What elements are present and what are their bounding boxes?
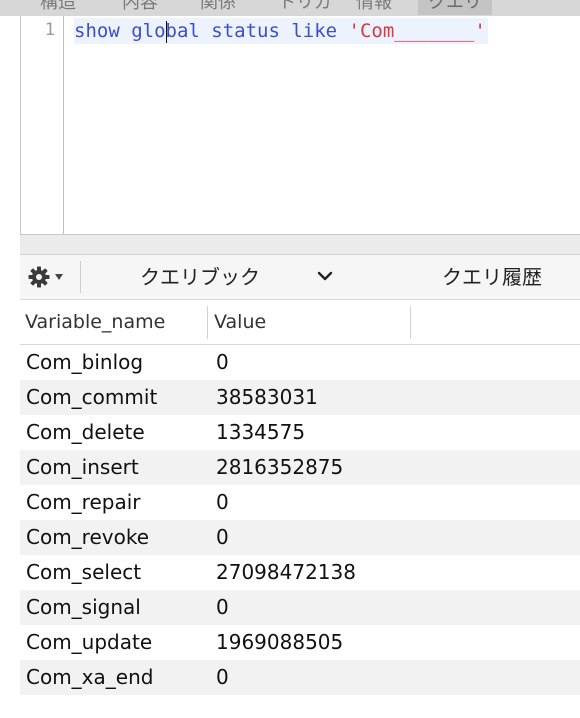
cell-value: 1969088505	[216, 630, 344, 654]
cell-variable-name: Com_commit	[26, 385, 158, 409]
table-row[interactable]: Com_select 27098472138	[20, 555, 580, 590]
cell-value: 27098472138	[216, 560, 356, 584]
table-row[interactable]: Com_update 1969088505	[20, 625, 580, 660]
cell-value: 0	[216, 350, 229, 374]
gear-menu-button[interactable]	[28, 263, 78, 291]
table-row[interactable]: Com_delete 1334575	[20, 415, 580, 450]
tab-info[interactable]: 情報	[356, 0, 392, 15]
dropdown-caret-icon	[55, 274, 63, 280]
cell-variable-name: Com_binlog	[26, 350, 144, 374]
table-header: Variable_name Value	[20, 300, 580, 345]
column-divider[interactable]	[410, 306, 411, 339]
cell-variable-name: Com_update	[26, 630, 153, 654]
query-history-menu[interactable]: クエリ履歴	[442, 265, 542, 289]
cell-variable-name: Com_delete	[26, 420, 145, 444]
chevron-down-icon[interactable]	[316, 267, 334, 285]
tab-triggers[interactable]: トリガ	[278, 0, 332, 15]
cell-value: 0	[216, 525, 229, 549]
table-row[interactable]: Com_binlog 0	[20, 345, 580, 380]
pane-splitter[interactable]	[20, 234, 580, 255]
tab-content[interactable]: 内容	[122, 0, 158, 15]
table-body: Com_binlog 0 Com_commit 38583031 Com_delete 1…	[20, 345, 580, 695]
cell-variable-name: Com_signal	[26, 595, 141, 619]
cell-variable-name: Com_revoke	[26, 525, 150, 549]
query-line[interactable]: show global status like 'Com_______'	[74, 18, 488, 44]
cell-value: 0	[216, 490, 229, 514]
code-token-keyword: show glo	[74, 20, 166, 42]
tab-bar: 構造 内容 関係 トリガ 情報 クエリ	[0, 0, 580, 16]
gear-icon	[28, 266, 50, 288]
code-token-string: 'Com_______'	[348, 20, 486, 42]
table-empty-space	[20, 695, 580, 718]
column-divider[interactable]	[207, 306, 208, 339]
cell-value: 0	[216, 595, 229, 619]
line-number: 1	[44, 20, 55, 40]
table-row[interactable]: Com_repair 0	[20, 485, 580, 520]
results-table: Variable_name Value Com_binlog 0 Com_commi…	[20, 300, 580, 718]
column-header-value[interactable]: Value	[209, 300, 266, 345]
cell-variable-name: Com_repair	[26, 490, 141, 514]
cell-value: 2816352875	[216, 455, 344, 479]
tab-relations[interactable]: 関係	[200, 0, 236, 15]
toolbar-divider	[80, 261, 81, 293]
tab-query[interactable]: クエリ	[418, 0, 492, 15]
results-toolbar: クエリブック クエリ履歴	[20, 255, 580, 300]
cell-variable-name: Com_select	[26, 560, 142, 584]
cell-value: 38583031	[216, 385, 318, 409]
tab-structure[interactable]: 構造	[40, 0, 76, 15]
code-token-keyword: bal status like	[165, 20, 349, 42]
query-editor[interactable]: 1 show global status like 'Com_______'	[20, 16, 580, 234]
table-row[interactable]: Com_insert 2816352875	[20, 450, 580, 485]
table-row[interactable]: Com_xa_end 0	[20, 660, 580, 695]
table-row[interactable]: Com_signal 0	[20, 590, 580, 625]
cell-value: 1334575	[216, 420, 306, 444]
cell-variable-name: Com_xa_end	[26, 665, 154, 689]
line-number-gutter: 1	[21, 16, 64, 234]
saved-queries-menu[interactable]: クエリブック	[140, 265, 260, 289]
table-row[interactable]: Com_revoke 0	[20, 520, 580, 555]
cell-value: 0	[216, 665, 229, 689]
table-row[interactable]: Com_commit 38583031	[20, 380, 580, 415]
column-header-variable-name[interactable]: Variable_name	[20, 300, 165, 345]
cell-variable-name: Com_insert	[26, 455, 139, 479]
